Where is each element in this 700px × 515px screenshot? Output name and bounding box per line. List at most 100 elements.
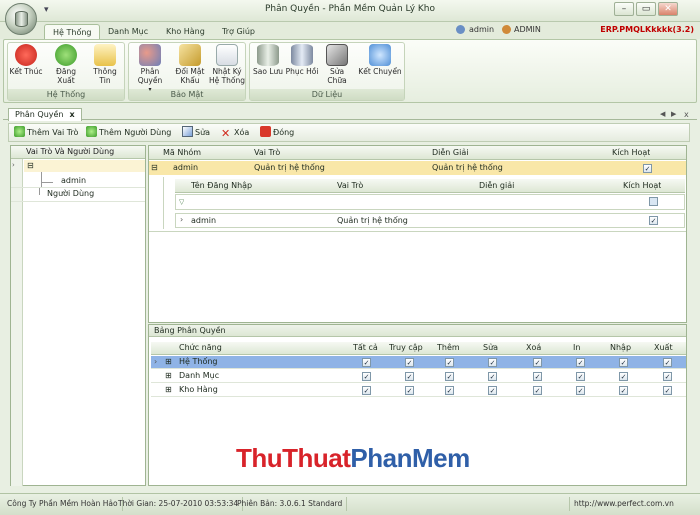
exit-button[interactable]: Kết Thúc — [9, 44, 43, 76]
delete-label: Xóa — [234, 128, 250, 137]
tab-tro-giup[interactable]: Trợ Giúp — [214, 24, 263, 39]
col-xoa[interactable]: Xoá — [526, 342, 541, 354]
col-sub-kich-hoat[interactable]: Kích Hoạt — [623, 180, 661, 192]
status-url[interactable]: http://www.perfect.com.vn — [569, 497, 678, 511]
grid-row-admin[interactable] — [149, 161, 686, 175]
perm-checkbox[interactable]: ✓ — [663, 386, 672, 395]
perm-checkbox[interactable]: ✓ — [533, 358, 542, 367]
perm-checkbox[interactable]: ✓ — [576, 358, 585, 367]
info-button[interactable]: Thông Tin — [88, 44, 122, 85]
perm-checkbox[interactable]: ✓ — [445, 386, 454, 395]
perm-checkbox[interactable]: ✓ — [533, 372, 542, 381]
col-chuc-nang[interactable]: Chức năng — [179, 342, 222, 354]
perm-checkbox[interactable]: ✓ — [362, 358, 371, 367]
col-sub-vai-tro[interactable]: Vai Trò — [337, 180, 363, 192]
permissions-button[interactable]: Phân Quyền ▾ — [130, 44, 170, 94]
perm-checkbox[interactable]: ✓ — [445, 372, 454, 381]
logout-button[interactable]: Đăng Xuất — [47, 44, 85, 85]
backup-button[interactable]: Sao Lưu — [251, 44, 285, 76]
tree-row-selected[interactable] — [24, 160, 145, 172]
tab-he-thong[interactable]: Hệ Thống — [44, 24, 101, 39]
perm-checkbox[interactable]: ✓ — [663, 372, 672, 381]
perm-checkbox[interactable]: ✓ — [663, 358, 672, 367]
close-button[interactable]: Đóng — [260, 126, 294, 140]
tree-collapse-icon[interactable]: ⊟ — [27, 160, 34, 172]
roles-grid: Mã Nhóm Vai Trò Diễn Giải Kích Hoạt ⊟ ad… — [148, 145, 687, 323]
tab-danh-muc[interactable]: Danh Mục — [100, 24, 156, 39]
expand-icon[interactable]: ⊞ — [165, 356, 172, 368]
status-time: Thời Gian: 25-07-2010 03:53:34 — [114, 497, 244, 511]
close-tab-icon[interactable]: x — [70, 110, 75, 119]
expand-row-icon[interactable]: ⊟ — [151, 162, 158, 174]
perm-checkbox[interactable]: ✓ — [533, 386, 542, 395]
system-log-label: Nhật Ký Hệ Thống — [208, 67, 246, 85]
change-password-label: Đổi Mật Khẩu — [175, 67, 205, 85]
tree-node-users[interactable]: Người Dùng — [47, 188, 94, 200]
scroll-left-icon[interactable]: ◀ — [660, 110, 665, 118]
perm-row[interactable] — [151, 384, 686, 397]
perm-checkbox[interactable]: ✓ — [488, 358, 497, 367]
perm-checkbox[interactable]: ✓ — [619, 372, 628, 381]
perm-checkbox[interactable]: ✓ — [362, 386, 371, 395]
perm-checkbox[interactable]: ✓ — [619, 386, 628, 395]
restore-button[interactable]: ▭ — [636, 2, 656, 16]
col-tat-ca[interactable]: Tất cả — [353, 342, 378, 354]
edit-button[interactable]: Sửa — [182, 126, 210, 140]
perm-checkbox[interactable]: ✓ — [576, 372, 585, 381]
perm-row[interactable] — [151, 370, 686, 383]
close-all-icon[interactable]: x — [684, 110, 689, 119]
expand-icon[interactable]: ⊞ — [165, 384, 172, 396]
col-ten-dang-nhap[interactable]: Tên Đăng Nhập — [191, 180, 252, 192]
close-window-button[interactable]: ✕ — [658, 2, 678, 16]
sub-active-checkbox[interactable]: ✓ — [649, 216, 658, 225]
col-ma-nhom[interactable]: Mã Nhóm — [163, 147, 201, 159]
perm-checkbox[interactable]: ✓ — [405, 386, 414, 395]
col-vai-tro[interactable]: Vai Trò — [254, 147, 280, 159]
filter-icon[interactable]: ▽ — [179, 196, 184, 208]
col-them[interactable]: Thêm — [437, 342, 460, 354]
current-row-arrow-icon: › — [154, 357, 158, 366]
add-user-button[interactable]: Thêm Người Dùng — [86, 126, 171, 140]
perm-checkbox[interactable]: ✓ — [576, 386, 585, 395]
tree-node-admin[interactable]: admin — [61, 175, 86, 187]
tab-phan-quyen[interactable]: Phân Quyền x — [8, 108, 82, 121]
repair-button[interactable]: Sửa Chữa — [320, 44, 354, 85]
sub-grid-row-admin[interactable] — [175, 213, 685, 228]
perm-checkbox[interactable]: ✓ — [405, 358, 414, 367]
perm-row[interactable] — [151, 356, 686, 369]
active-checkbox[interactable]: ✓ — [643, 164, 652, 173]
plus-icon — [14, 126, 25, 137]
app-menu-orb[interactable] — [5, 3, 37, 35]
col-truy-cap[interactable]: Truy cập — [389, 342, 423, 354]
perm-checkbox[interactable]: ✓ — [405, 372, 414, 381]
refresh-icon — [55, 44, 77, 66]
tools-icon — [326, 44, 348, 66]
col-dien-giai[interactable]: Diễn Giải — [432, 147, 468, 159]
col-kich-hoat[interactable]: Kích Hoạt — [612, 147, 650, 159]
perm-checkbox[interactable]: ✓ — [488, 372, 497, 381]
perm-checkbox[interactable]: ✓ — [488, 386, 497, 395]
backup-label: Sao Lưu — [252, 67, 283, 76]
perm-checkbox[interactable]: ✓ — [362, 372, 371, 381]
scroll-right-icon[interactable]: ▶ — [671, 110, 676, 118]
perm-checkbox[interactable]: ✓ — [619, 358, 628, 367]
tab-kho-hang[interactable]: Kho Hàng — [158, 24, 213, 39]
carry-forward-button[interactable]: Kết Chuyển — [358, 44, 402, 76]
perm-checkbox[interactable]: ✓ — [445, 358, 454, 367]
col-in[interactable]: In — [573, 342, 580, 354]
filter-checkbox[interactable] — [649, 197, 658, 206]
logout-label: Đăng Xuất — [56, 67, 76, 85]
delete-button[interactable]: ✕ Xóa — [221, 126, 249, 140]
detail-indent — [163, 177, 164, 229]
col-sua[interactable]: Sửa — [483, 342, 498, 354]
col-sub-dien-giai[interactable]: Diễn giải — [479, 180, 514, 192]
minimize-button[interactable]: – — [614, 2, 634, 16]
change-password-button[interactable]: Đổi Mật Khẩu — [172, 44, 208, 85]
add-role-button[interactable]: Thêm Vai Trò — [14, 126, 78, 140]
col-nhap[interactable]: Nhập — [610, 342, 631, 354]
col-xuat[interactable]: Xuất — [654, 342, 673, 354]
expand-icon[interactable]: ⊞ — [165, 370, 172, 382]
restore-data-button[interactable]: Phục Hồi — [285, 44, 319, 76]
new-row-filter[interactable] — [175, 194, 685, 210]
system-log-button[interactable]: Nhật Ký Hệ Thống — [208, 44, 246, 85]
